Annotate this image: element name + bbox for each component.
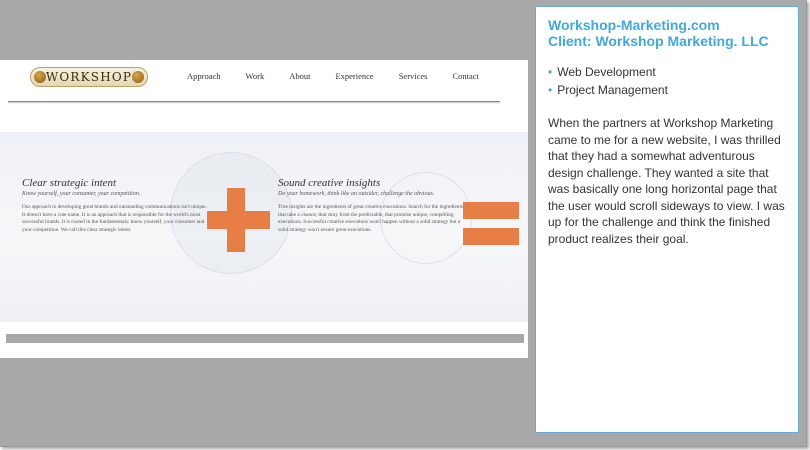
service-label: Web Development: [557, 65, 656, 79]
nav-services[interactable]: Services: [399, 71, 428, 81]
horizontal-scrollbar[interactable]: [6, 334, 524, 343]
project-info-panel: Workshop-Marketing.com Client: Workshop …: [535, 6, 799, 433]
plus-icon: [207, 211, 270, 229]
equals-icon: [463, 202, 519, 219]
logo-emblem-right-icon: [132, 71, 144, 83]
nav-about[interactable]: About: [289, 71, 310, 81]
creative-insights-block: Sound creative insights Do your homework…: [278, 177, 463, 235]
list-item: • Project Management: [548, 81, 786, 99]
website-screenshot: WORKSHOP Approach Work About Experience …: [0, 60, 528, 358]
bullet-icon: •: [548, 65, 553, 79]
services-list: • Web Development • Project Management: [548, 63, 786, 99]
service-label: Project Management: [557, 83, 668, 97]
nav-contact[interactable]: Contact: [452, 71, 478, 81]
list-item: • Web Development: [548, 63, 786, 81]
header-divider: [8, 101, 500, 102]
block-title: Sound creative insights: [278, 177, 381, 189]
block-title: Clear strategic intent: [22, 177, 117, 189]
site-nav: Approach Work About Experience Services …: [187, 71, 504, 81]
logo-emblem-left-icon: [34, 71, 46, 83]
project-title: Workshop-Marketing.com: [548, 17, 720, 33]
nav-experience[interactable]: Experience: [335, 71, 373, 81]
equals-icon: [463, 228, 519, 245]
hero-section: Clear strategic intent Know yourself, yo…: [0, 132, 528, 322]
logo-text: WORKSHOP: [45, 70, 133, 84]
nav-work[interactable]: Work: [246, 71, 265, 81]
workshop-logo[interactable]: WORKSHOP: [30, 67, 148, 87]
block-body: True insights are the ingredients of gre…: [278, 204, 463, 234]
strategic-intent-block: Clear strategic intent Know yourself, yo…: [22, 177, 207, 235]
block-subtitle: Know yourself, your consumer, your compe…: [22, 191, 141, 197]
bullet-icon: •: [548, 83, 553, 97]
nav-approach[interactable]: Approach: [187, 71, 221, 81]
site-header: WORKSHOP Approach Work About Experience …: [0, 60, 528, 104]
block-subtitle: Do your homework, think like an outsider…: [278, 191, 435, 197]
client-title: Client: Workshop Marketing. LLC: [548, 33, 769, 49]
block-body: Our approach to developing great brands …: [22, 204, 207, 234]
project-description: When the partners at Workshop Marketing …: [548, 116, 785, 246]
gray-frame: WORKSHOP Approach Work About Experience …: [0, 0, 807, 447]
